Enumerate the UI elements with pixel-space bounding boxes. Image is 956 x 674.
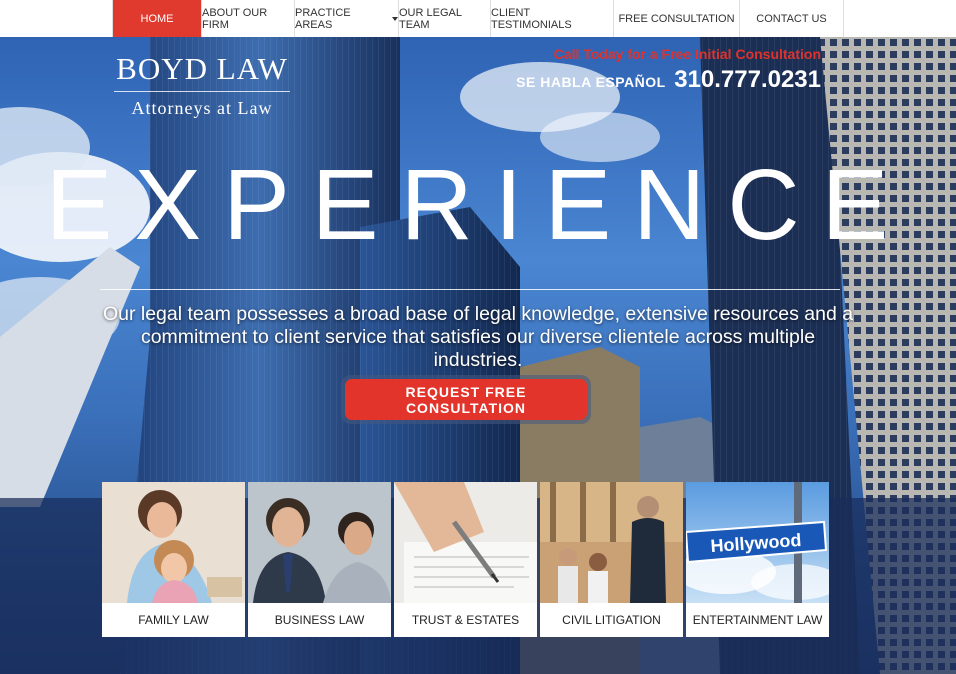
practice-card-trust-estates[interactable]: TRUST & ESTATES: [394, 482, 537, 637]
practice-card-family-law[interactable]: FAMILY LAW: [102, 482, 245, 637]
logo-tagline: Attorneys at Law: [131, 98, 273, 118]
hero-tagline: Our legal team possesses a broad base of…: [102, 303, 854, 371]
spanish-note: SE HABLA ESPAÑOL: [516, 74, 666, 90]
logo-divider: [114, 91, 290, 92]
nav-item-contact[interactable]: CONTACT US: [740, 0, 844, 37]
hero-divider: [100, 289, 840, 290]
nav-label: HOME: [140, 12, 174, 25]
nav-item-about[interactable]: ABOUT OUR FIRM: [202, 0, 295, 37]
logo-name: BOYD LAW: [116, 51, 288, 86]
top-navigation: HOME ABOUT OUR FIRM PRACTICE AREAS OUR L…: [0, 0, 956, 37]
caret-down-icon: [392, 16, 398, 21]
nav-label: CONTACT US: [756, 12, 827, 25]
practice-card-business-law[interactable]: BUSINESS LAW: [248, 482, 391, 637]
firm-logo[interactable]: BOYD LAW Attorneys at Law: [114, 51, 290, 119]
nav-item-legal-team[interactable]: OUR LEGAL TEAM: [399, 0, 491, 37]
practice-areas-list: FAMILY LAW BUSINESS LAW TRUST & ESTATES …: [102, 482, 829, 637]
courtroom-photo: [540, 482, 683, 603]
nav-item-free-consultation[interactable]: FREE CONSULTATION: [614, 0, 740, 37]
nav-label: PRACTICE AREAS: [295, 6, 351, 31]
nav-item-home[interactable]: HOME: [113, 0, 202, 37]
practice-card-label: BUSINESS LAW: [274, 613, 365, 627]
practice-card-label: TRUST & ESTATES: [411, 613, 520, 627]
nav-label: CLIENT TESTIMONIALS: [491, 6, 572, 31]
hero-headline: EXPERIENCE: [45, 149, 911, 261]
call-today-text: Call Today for a Free Initial Consultati…: [553, 46, 821, 62]
practice-card-civil-litigation[interactable]: CIVIL LITIGATION: [540, 482, 683, 637]
business-photo: [248, 482, 391, 603]
practice-card-entertainment-law[interactable]: Hollywood ENTERTAINMENT LAW: [686, 482, 829, 637]
practice-card-label: ENTERTAINMENT LAW: [692, 613, 823, 627]
hollywood-sign-photo: Hollywood: [686, 482, 829, 603]
nav-label: ABOUT OUR FIRM: [202, 6, 268, 31]
pen-document-photo: [394, 482, 537, 603]
phone-number-link[interactable]: 310.777.0231: [674, 66, 821, 93]
practice-card-label: FAMILY LAW: [138, 613, 209, 627]
nav-item-practice-areas[interactable]: PRACTICE AREAS: [295, 0, 399, 37]
nav-menu: HOME ABOUT OUR FIRM PRACTICE AREAS OUR L…: [112, 0, 844, 37]
contact-block: Call Today for a Free Initial Consultati…: [516, 46, 821, 94]
phone-row: SE HABLA ESPAÑOL 310.777.0231: [516, 66, 821, 94]
nav-label: FREE CONSULTATION: [618, 12, 735, 25]
request-button-frame: REQUEST FREE CONSULTATION: [341, 375, 591, 424]
practice-card-label: CIVIL LITIGATION: [562, 613, 661, 627]
nav-item-testimonials[interactable]: CLIENT TESTIMONIALS: [491, 0, 614, 37]
family-photo: [102, 482, 245, 603]
nav-label: OUR LEGAL TEAM: [399, 6, 462, 31]
request-consultation-button[interactable]: REQUEST FREE CONSULTATION: [345, 379, 587, 420]
